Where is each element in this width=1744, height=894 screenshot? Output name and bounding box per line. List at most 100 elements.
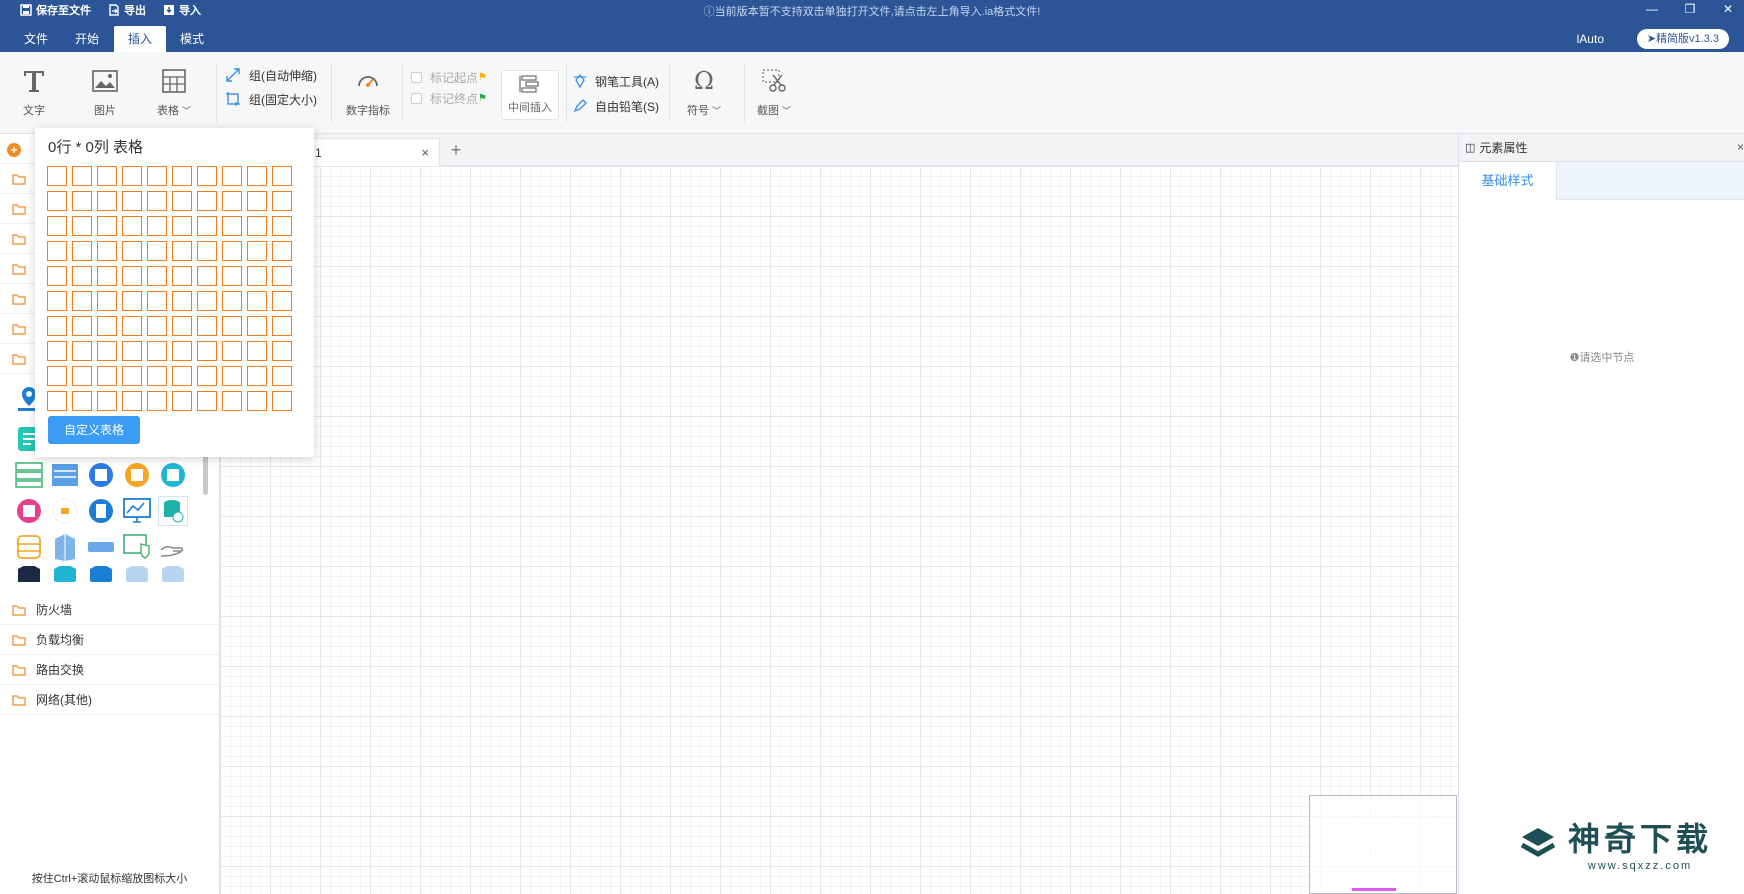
database-shield-icon[interactable]	[158, 496, 188, 526]
table-size-cell[interactable]	[47, 216, 67, 236]
table-size-cell[interactable]	[172, 191, 192, 211]
symbol-button[interactable]: Ω 符号 ﹀	[679, 66, 729, 118]
table-size-cell[interactable]	[172, 366, 192, 386]
table-size-cell[interactable]	[247, 391, 267, 411]
table-size-cell[interactable]	[247, 316, 267, 336]
table-size-cell[interactable]	[47, 291, 67, 311]
table-size-cell[interactable]	[97, 266, 117, 286]
table-size-cell[interactable]	[122, 366, 142, 386]
table-size-cell[interactable]	[172, 241, 192, 261]
insert-table-button[interactable]: 表格 ﹀	[149, 66, 199, 118]
table-size-cell[interactable]	[147, 341, 167, 361]
table-size-cell[interactable]	[247, 216, 267, 236]
category-firewall[interactable]: 防火墙	[0, 595, 219, 625]
table-size-cell[interactable]	[197, 391, 217, 411]
table-size-cell[interactable]	[272, 391, 292, 411]
table-size-cell[interactable]	[222, 291, 242, 311]
table-size-cell[interactable]	[47, 241, 67, 261]
storage-array-icon[interactable]	[50, 460, 80, 490]
table-size-cell[interactable]	[47, 391, 67, 411]
cube-light2-icon[interactable]	[158, 566, 188, 582]
security-monitor-icon[interactable]	[122, 532, 152, 562]
table-size-cell[interactable]	[97, 316, 117, 336]
table-size-cell[interactable]	[172, 341, 192, 361]
table-size-cell[interactable]	[97, 341, 117, 361]
category-network-other[interactable]: 网络(其他)	[0, 685, 219, 715]
table-size-cell[interactable]	[147, 191, 167, 211]
table-size-cell[interactable]	[97, 241, 117, 261]
table-size-cell[interactable]	[222, 166, 242, 186]
table-size-cell[interactable]	[172, 391, 192, 411]
table-size-cell[interactable]	[197, 341, 217, 361]
table-size-cell[interactable]	[272, 166, 292, 186]
table-size-cell[interactable]	[272, 291, 292, 311]
table-size-cell[interactable]	[147, 291, 167, 311]
table-size-cell[interactable]	[247, 291, 267, 311]
table-size-cell[interactable]	[97, 291, 117, 311]
table-size-cell[interactable]	[97, 166, 117, 186]
table-size-cell[interactable]	[272, 241, 292, 261]
tab-start[interactable]: 开始	[61, 26, 113, 52]
document-circle-icon[interactable]	[86, 496, 116, 526]
table-size-cell[interactable]	[122, 316, 142, 336]
database-circle-blue-icon[interactable]	[86, 460, 116, 490]
table-size-cell[interactable]	[122, 216, 142, 236]
small-orange-icon[interactable]	[50, 496, 80, 526]
table-size-cell[interactable]	[197, 191, 217, 211]
table-size-cell[interactable]	[122, 191, 142, 211]
drawing-canvas[interactable]	[220, 166, 1458, 894]
table-size-cell[interactable]	[122, 266, 142, 286]
mark-end-checkbox[interactable]	[411, 92, 422, 104]
document-tab[interactable]: 1 ×	[300, 138, 440, 166]
table-size-cell[interactable]	[122, 391, 142, 411]
close-window-icon[interactable]: ✕	[1720, 1, 1736, 17]
table-size-cell[interactable]	[247, 241, 267, 261]
switch-icon[interactable]	[86, 532, 116, 562]
table-size-cell[interactable]	[72, 241, 92, 261]
table-size-cell[interactable]	[97, 216, 117, 236]
pencil-button[interactable]: 自由铅笔(S)	[573, 97, 659, 115]
table-size-cell[interactable]	[197, 166, 217, 186]
table-size-cell[interactable]	[72, 216, 92, 236]
table-size-cell[interactable]	[147, 216, 167, 236]
version-badge[interactable]: ➤精简版v1.3.3	[1636, 29, 1729, 49]
table-size-cell[interactable]	[47, 266, 67, 286]
table-size-cell[interactable]	[147, 391, 167, 411]
table-size-cell[interactable]	[122, 241, 142, 261]
cube-teal-icon[interactable]	[50, 566, 80, 582]
table-size-cell[interactable]	[147, 266, 167, 286]
tab-mode[interactable]: 模式	[166, 26, 218, 52]
table-size-cell[interactable]	[47, 341, 67, 361]
mark-end-option[interactable]: 标记终点 ⚑	[411, 89, 487, 107]
table-size-cell[interactable]	[147, 241, 167, 261]
group-fixed-button[interactable]: 组(固定大小)	[225, 90, 317, 108]
category-routing[interactable]: 路由交换	[0, 655, 219, 685]
table-size-cell[interactable]	[222, 391, 242, 411]
pen-tool-button[interactable]: 钢笔工具(A)	[573, 72, 659, 90]
table-size-cell[interactable]	[147, 166, 167, 186]
minimize-icon[interactable]: —	[1644, 1, 1660, 17]
mark-start-option[interactable]: 标记起点 ⚑	[411, 68, 487, 86]
minimap-viewport[interactable]	[1352, 888, 1396, 891]
table-size-cell[interactable]	[172, 266, 192, 286]
screenshot-button[interactable]: 截图 ﹀	[749, 66, 799, 118]
table-size-cell[interactable]	[47, 316, 67, 336]
table-size-cell[interactable]	[222, 191, 242, 211]
tab-file[interactable]: 文件	[10, 26, 62, 52]
table-size-cell[interactable]	[197, 241, 217, 261]
cube-blue-icon[interactable]	[86, 566, 116, 582]
table-size-cell[interactable]	[222, 316, 242, 336]
table-size-cell[interactable]	[72, 266, 92, 286]
table-size-cell[interactable]	[272, 266, 292, 286]
table-size-cell[interactable]	[247, 191, 267, 211]
table-size-cell[interactable]	[72, 391, 92, 411]
table-size-cell[interactable]	[47, 366, 67, 386]
close-panel-icon[interactable]: ×	[1737, 140, 1744, 154]
table-size-cell[interactable]	[247, 266, 267, 286]
table-size-cell[interactable]	[172, 291, 192, 311]
database-circle-orange-icon[interactable]	[122, 460, 152, 490]
group-auto-button[interactable]: 组(自动伸缩)	[225, 66, 317, 84]
table-size-cell[interactable]	[147, 366, 167, 386]
table-size-cell[interactable]	[172, 216, 192, 236]
table-size-cell[interactable]	[72, 316, 92, 336]
